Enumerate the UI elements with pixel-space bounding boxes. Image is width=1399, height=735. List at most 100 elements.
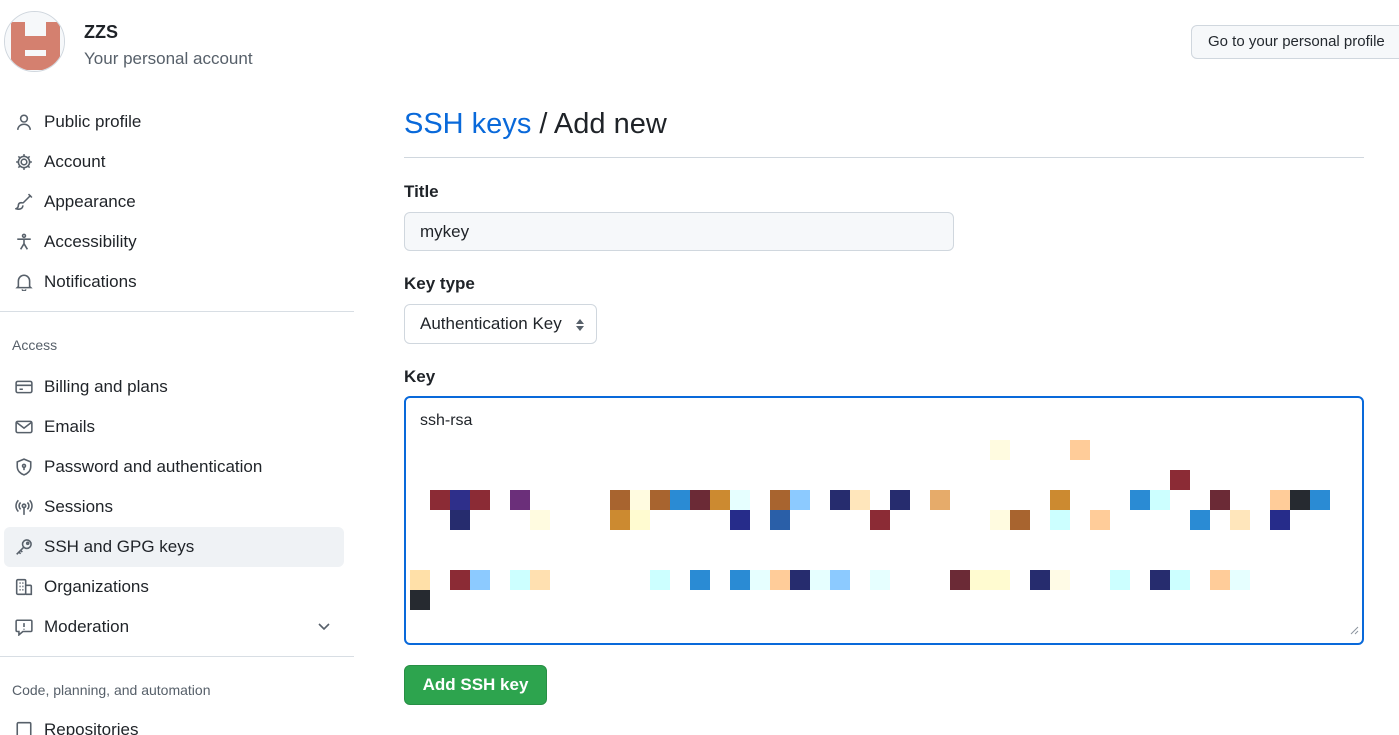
redaction-pixel xyxy=(730,510,750,530)
sidebar-item-organizations[interactable]: Organizations xyxy=(4,567,344,607)
redaction-pixel xyxy=(1090,510,1110,530)
redaction-pixel xyxy=(730,490,750,510)
sidebar-item-label: Account xyxy=(44,152,106,171)
redaction-pixel xyxy=(510,570,530,590)
redaction-pixel xyxy=(1230,570,1250,590)
redaction-pixel xyxy=(450,490,470,510)
redaction-pixel xyxy=(870,570,890,590)
sidebar-item-sessions[interactable]: Sessions xyxy=(4,487,344,527)
redaction-pixel xyxy=(630,510,650,530)
sidebar-item-account[interactable]: Account xyxy=(4,142,344,182)
redaction-pixel xyxy=(1030,570,1050,590)
redaction-pixel xyxy=(510,490,530,510)
redaction-pixel xyxy=(470,490,490,510)
redaction-pixel xyxy=(1210,570,1230,590)
breadcrumb-current: Add new xyxy=(553,108,667,140)
sidebar-item-label: Notifications xyxy=(44,272,137,291)
redaction-pixel xyxy=(1150,570,1170,590)
redaction-pixel xyxy=(1210,490,1230,510)
redaction-pixel xyxy=(1050,570,1070,590)
credit-card-icon xyxy=(13,376,35,398)
redaction-pixel xyxy=(690,490,710,510)
shield-lock-icon xyxy=(13,456,35,478)
redaction-pixel xyxy=(1170,570,1190,590)
redaction-pixel xyxy=(690,570,710,590)
redaction-pixel xyxy=(1130,490,1150,510)
redaction-pixel xyxy=(1170,470,1190,490)
organization-icon xyxy=(13,576,35,598)
redaction-pixel xyxy=(650,490,670,510)
sidebar-item-notifications[interactable]: Notifications xyxy=(4,262,344,302)
sidebar-item-appearance[interactable]: Appearance xyxy=(4,182,344,222)
redaction-pixel xyxy=(430,490,450,510)
report-icon xyxy=(13,616,35,638)
sidebar-item-label: Appearance xyxy=(44,192,136,211)
title-label: Title xyxy=(404,182,439,201)
sidebar-item-label: Billing and plans xyxy=(44,377,168,396)
chevron-down-icon[interactable] xyxy=(316,618,332,639)
redaction-pixel xyxy=(810,570,830,590)
sidebar-item-label: Organizations xyxy=(44,577,149,596)
sidebar-item-public-profile[interactable]: Public profile xyxy=(4,102,344,142)
redaction-pixel xyxy=(450,510,470,530)
redaction-pixel xyxy=(770,510,790,530)
redaction-pixel xyxy=(410,570,430,590)
redaction-pixel xyxy=(1230,510,1250,530)
add-ssh-key-button[interactable]: Add SSH key xyxy=(404,665,547,705)
redaction-pixel xyxy=(750,570,770,590)
sidebar-item-label: Emails xyxy=(44,417,96,436)
sidebar-item-repositories[interactable]: Repositories xyxy=(4,710,344,735)
mail-icon xyxy=(13,416,35,438)
key-label: Key xyxy=(404,367,436,386)
redaction-pixel xyxy=(610,490,630,510)
redaction-pixel xyxy=(710,490,730,510)
redaction-pixel xyxy=(530,570,550,590)
go-to-profile-button[interactable]: Go to your personal profile xyxy=(1191,25,1399,59)
redaction-pixel xyxy=(1050,510,1070,530)
resize-handle-icon[interactable] xyxy=(1349,622,1359,640)
sidebar-item-label: Repositories xyxy=(44,720,139,735)
sidebar-divider xyxy=(0,311,354,312)
redaction-pixel xyxy=(1110,570,1130,590)
sidebar-item-billing[interactable]: Billing and plans xyxy=(4,367,344,407)
sidebar-item-moderation[interactable]: Moderation xyxy=(4,607,344,647)
sidebar-item-emails[interactable]: Emails xyxy=(4,407,344,447)
sidebar-item-label: Public profile xyxy=(44,112,142,131)
redaction-pixel xyxy=(530,510,550,530)
title-input[interactable] xyxy=(404,212,954,251)
redaction-pixel xyxy=(990,510,1010,530)
sidebar-item-password[interactable]: Password and authentication xyxy=(4,447,344,487)
paintbrush-icon xyxy=(13,191,35,213)
redaction-pixel xyxy=(1310,490,1330,510)
redaction-pixel xyxy=(950,570,970,590)
redaction-pixel xyxy=(610,510,630,530)
redaction-pixel xyxy=(790,570,810,590)
key-type-label: Key type xyxy=(404,274,475,293)
title-divider xyxy=(404,157,1364,158)
redaction-pixel xyxy=(890,490,910,510)
key-textarea[interactable]: ssh-rsa xyxy=(404,396,1364,645)
gear-icon xyxy=(13,151,35,173)
redaction-pixel xyxy=(450,570,470,590)
redaction-pixel xyxy=(1070,440,1090,460)
sidebar-item-label: SSH and GPG keys xyxy=(44,537,195,556)
key-text-prefix: ssh-rsa xyxy=(420,412,473,429)
sidebar-section-code: Code, planning, and automation xyxy=(12,682,211,698)
redaction-pixel xyxy=(1050,490,1070,510)
redaction-pixel xyxy=(1010,510,1030,530)
sidebar-item-label: Accessibility xyxy=(44,232,137,251)
redaction-pixel xyxy=(790,490,810,510)
sidebar-section-access: Access xyxy=(12,337,58,353)
breadcrumb-ssh-keys-link[interactable]: SSH keys xyxy=(404,108,531,140)
account-name: ZZS xyxy=(84,22,118,42)
redaction-pixel xyxy=(470,570,490,590)
key-type-select[interactable]: Authentication Key xyxy=(404,304,597,344)
redaction-pixel xyxy=(630,490,650,510)
account-subtitle: Your personal account xyxy=(84,49,253,68)
sidebar-item-accessibility[interactable]: Accessibility xyxy=(4,222,344,262)
sidebar-item-ssh-gpg-keys[interactable]: SSH and GPG keys xyxy=(4,527,344,567)
redaction-pixel xyxy=(770,490,790,510)
person-icon xyxy=(13,111,35,133)
redaction-pixel xyxy=(1270,490,1290,510)
redaction-pixel xyxy=(830,490,850,510)
